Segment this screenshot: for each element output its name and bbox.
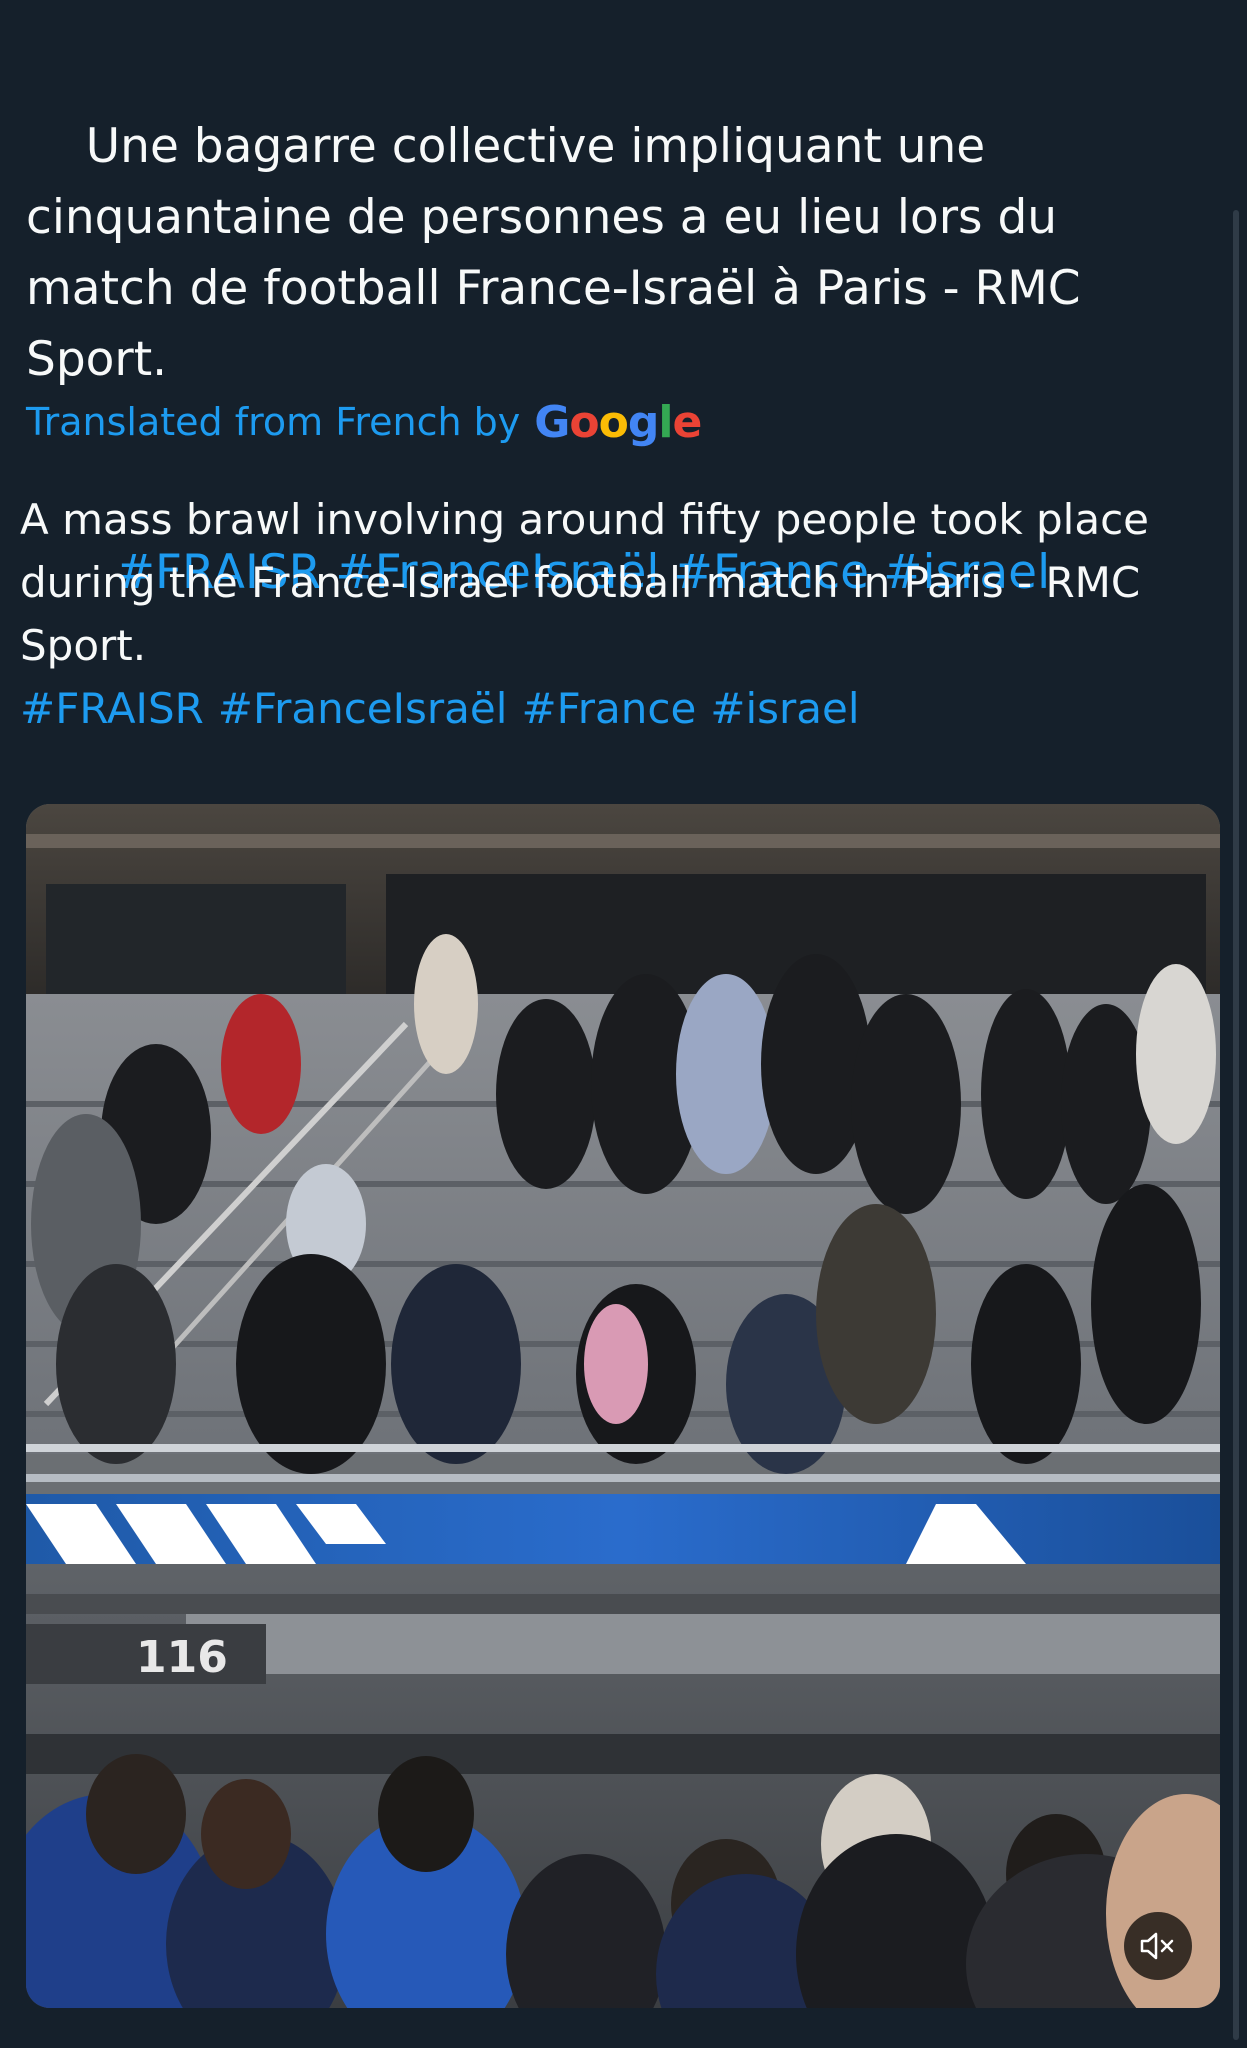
video-player[interactable]: 116 xyxy=(26,804,1220,2008)
volume-muted-icon xyxy=(1140,1932,1174,1960)
hashtag-link[interactable]: #France xyxy=(521,684,696,733)
google-logo: Google xyxy=(534,396,702,448)
hashtag-link[interactable]: #FranceIsraël xyxy=(218,684,508,733)
video-frame: 116 xyxy=(26,804,1220,2008)
hashtag-link[interactable]: #FRAISR xyxy=(20,684,204,733)
mute-button[interactable] xyxy=(1124,1912,1192,1980)
tweet-translated-text: A mass brawl involving around fifty peop… xyxy=(20,488,1200,740)
section-number: 116 xyxy=(136,1632,228,1683)
hashtag-link[interactable]: #israel xyxy=(710,684,859,733)
translated-hashtags: #FRAISR #FranceIsraël #France #israel xyxy=(20,677,1200,740)
tweet-translated-body: A mass brawl involving around fifty peop… xyxy=(20,495,1149,670)
translation-attribution[interactable]: Translated from French by Google xyxy=(26,392,702,452)
tweet-original-body: Une bagarre collective impliquant une ci… xyxy=(26,119,1096,387)
translation-label: Translated from French by xyxy=(26,400,521,444)
scrollbar[interactable] xyxy=(1233,210,1239,2040)
